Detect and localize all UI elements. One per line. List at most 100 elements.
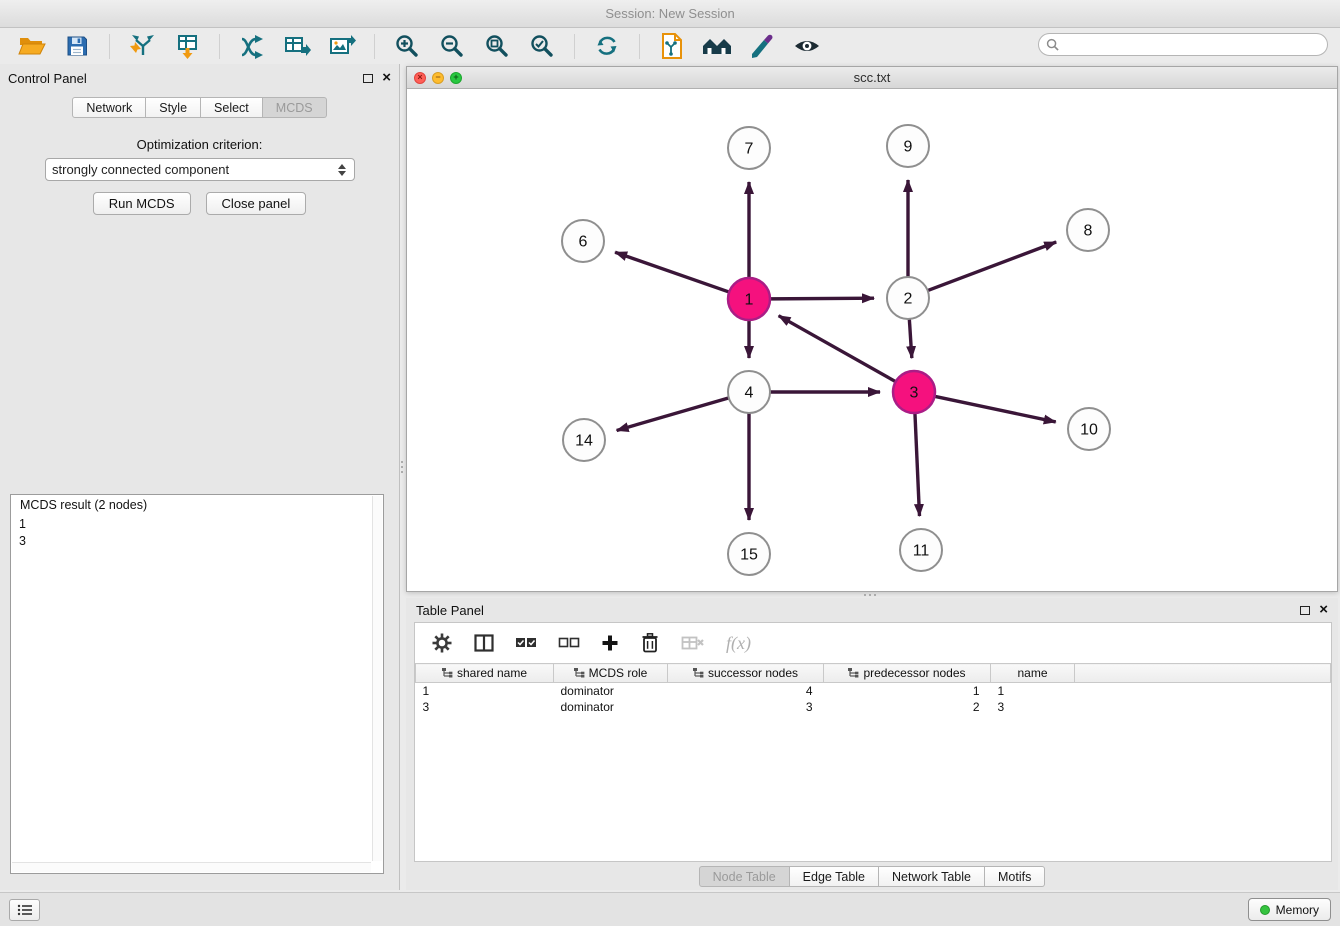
column-header-predecessor-nodes[interactable]: predecessor nodes [824, 664, 991, 683]
graph-node-label-10: 10 [1080, 422, 1098, 439]
network-graph-svg: 7968124314101511 [407, 90, 1337, 593]
graph-edge-1-6[interactable] [615, 252, 729, 292]
delete-row-icon[interactable] [640, 629, 660, 657]
memory-label: Memory [1276, 903, 1319, 917]
tab-select[interactable]: Select [201, 97, 263, 118]
add-row-icon[interactable] [601, 629, 619, 657]
eye-icon[interactable] [791, 32, 823, 60]
network-canvas[interactable]: 7968124314101511 [407, 90, 1337, 591]
column-label: name [1017, 666, 1047, 680]
graph-edge-2-3[interactable] [909, 319, 911, 358]
open-folder-icon[interactable] [16, 32, 48, 60]
zoom-out-icon[interactable] [436, 32, 468, 60]
cell-successor-nodes[interactable]: 4 [668, 683, 824, 699]
node-table: shared name [415, 663, 1331, 715]
mcds-result-title: MCDS result (2 nodes) [18, 498, 149, 512]
column-label: MCDS role [589, 666, 648, 680]
tab-motifs[interactable]: Motifs [985, 866, 1045, 887]
show-columns-icon[interactable] [474, 629, 494, 657]
cell-successor-nodes[interactable]: 3 [668, 699, 824, 715]
control-panel-title: Control Panel [8, 71, 87, 86]
select-all-rows-icon[interactable] [515, 629, 537, 657]
apply-style-icon[interactable] [746, 32, 778, 60]
criterion-select[interactable]: strongly connected component [45, 158, 355, 181]
search-field[interactable] [1038, 33, 1328, 56]
cell-filler [1075, 699, 1331, 715]
graph-edge-3-10[interactable] [935, 396, 1056, 422]
table-toolbar: f(x) [415, 623, 1331, 663]
table-header-row: shared name [416, 664, 1331, 683]
table-settings-gear-icon[interactable] [431, 629, 453, 657]
close-table-panel-icon[interactable]: × [1319, 605, 1328, 615]
result-vertical-scrollbar[interactable] [372, 496, 382, 861]
graph-node-label-6: 6 [579, 234, 588, 251]
vertical-splitter-handle[interactable] [399, 452, 405, 482]
tab-style[interactable]: Style [146, 97, 201, 118]
tab-node-table[interactable]: Node Table [699, 866, 790, 887]
zoom-in-icon[interactable] [391, 32, 423, 60]
graph-edge-3-11[interactable] [915, 413, 920, 516]
cell-mcds-role[interactable]: dominator [554, 699, 668, 715]
column-label: shared name [457, 666, 527, 680]
table-row[interactable]: 1 dominator 4 1 1 [416, 683, 1331, 699]
toolbar-separator [219, 34, 220, 59]
result-horizontal-scrollbar[interactable] [12, 862, 371, 872]
new-table-icon[interactable] [281, 32, 313, 60]
close-panel-icon[interactable]: × [382, 73, 391, 83]
network-window-title: scc.txt [407, 70, 1337, 85]
tab-edge-table[interactable]: Edge Table [790, 866, 879, 887]
cell-name[interactable]: 3 [991, 699, 1075, 715]
cell-mcds-role[interactable]: dominator [554, 683, 668, 699]
graph-edge-1-2[interactable] [770, 298, 874, 299]
home-view-icon[interactable] [701, 32, 733, 60]
delete-table-icon [681, 629, 705, 657]
tab-mcds[interactable]: MCDS [263, 97, 327, 118]
column-label: predecessor nodes [863, 666, 965, 680]
import-network-icon[interactable] [126, 32, 158, 60]
graph-edge-2-8[interactable] [928, 242, 1057, 291]
cell-predecessor-nodes[interactable]: 1 [824, 683, 991, 699]
cell-shared-name[interactable]: 3 [416, 699, 554, 715]
graph-node-label-1: 1 [745, 292, 754, 309]
result-line: 3 [19, 533, 367, 550]
graph-edge-3-1[interactable] [779, 316, 896, 382]
column-header-successor-nodes[interactable]: successor nodes [668, 664, 824, 683]
zoom-window-icon[interactable]: + [450, 72, 462, 84]
column-header-mcds-role[interactable]: MCDS role [554, 664, 668, 683]
sort-icon [693, 668, 704, 678]
import-table-icon[interactable] [171, 32, 203, 60]
cell-name[interactable]: 1 [991, 683, 1075, 699]
float-table-panel-icon[interactable] [1300, 606, 1310, 615]
sort-icon [848, 668, 859, 678]
cell-filler [1075, 683, 1331, 699]
graph-edge-4-14[interactable] [617, 398, 729, 431]
export-image-icon[interactable] [326, 32, 358, 60]
toolbar-separator [374, 34, 375, 59]
column-header-name[interactable]: name [991, 664, 1075, 683]
column-header-shared-name[interactable]: shared name [416, 664, 554, 683]
cell-shared-name[interactable]: 1 [416, 683, 554, 699]
tab-network[interactable]: Network [72, 97, 146, 118]
close-panel-button[interactable]: Close panel [206, 192, 307, 215]
cell-predecessor-nodes[interactable]: 2 [824, 699, 991, 715]
table-panel: Table Panel × [406, 598, 1338, 890]
deselect-all-rows-icon[interactable] [558, 629, 580, 657]
save-icon[interactable] [61, 32, 93, 60]
float-panel-icon[interactable] [363, 74, 373, 83]
table-row[interactable]: 3 dominator 3 2 3 [416, 699, 1331, 715]
show-panels-button[interactable] [9, 899, 40, 921]
run-mcds-button[interactable]: Run MCDS [93, 192, 191, 215]
column-label: successor nodes [708, 666, 798, 680]
network-from-selection-icon[interactable] [236, 32, 268, 60]
list-icon [17, 904, 33, 916]
table-panel-header: Table Panel × [406, 598, 1338, 622]
zoom-fit-icon[interactable] [481, 32, 513, 60]
tab-network-table[interactable]: Network Table [879, 866, 985, 887]
memory-button[interactable]: Memory [1248, 898, 1331, 921]
close-window-icon[interactable]: × [414, 72, 426, 84]
zoom-selected-icon[interactable] [526, 32, 558, 60]
minimize-window-icon[interactable]: − [432, 72, 444, 84]
paste-network-icon[interactable] [656, 32, 688, 60]
refresh-icon[interactable] [591, 32, 623, 60]
search-input[interactable] [1064, 38, 1327, 52]
